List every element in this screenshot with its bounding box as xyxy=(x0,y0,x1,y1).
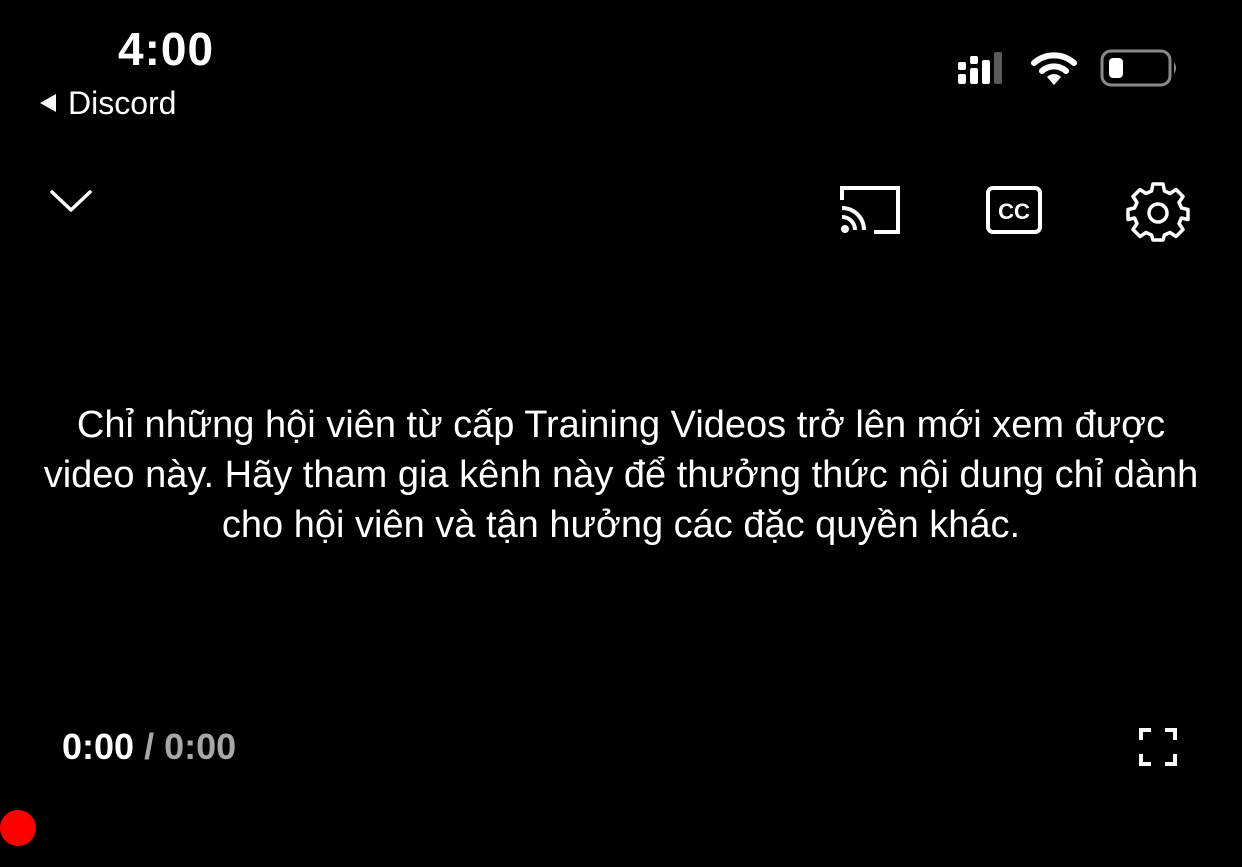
members-only-message: Chỉ những hội viên từ cấp Training Video… xyxy=(43,404,1199,546)
fullscreen-icon xyxy=(1139,728,1177,770)
closed-captions-icon: CC xyxy=(985,186,1043,239)
settings-button[interactable] xyxy=(1126,178,1190,247)
back-app-label: Discord xyxy=(68,85,177,121)
fullscreen-button[interactable] xyxy=(1139,728,1177,771)
cast-button[interactable] xyxy=(838,184,902,241)
time-display: 0:00 / 0:00 xyxy=(62,726,236,768)
cast-icon xyxy=(838,186,902,240)
time-separator: / xyxy=(144,726,155,767)
chevron-down-icon xyxy=(48,190,94,220)
back-to-app-button[interactable]: Discord xyxy=(38,85,176,122)
cellular-signal-icon xyxy=(956,48,1008,93)
total-time: 0:00 xyxy=(164,726,237,767)
cc-label: CC xyxy=(998,199,1030,224)
wifi-icon xyxy=(1030,49,1078,92)
captions-button[interactable]: CC xyxy=(985,185,1043,240)
minimize-player-button[interactable] xyxy=(48,186,94,221)
status-icons xyxy=(956,48,1180,93)
status-clock: 4:00 xyxy=(118,23,215,75)
battery-icon xyxy=(1100,48,1180,93)
video-player-screen: 4:00 Discord CC Chỉ những hội viên từ cấ… xyxy=(0,0,1242,867)
progress-scrubber-handle[interactable] xyxy=(0,810,36,846)
back-triangle-icon xyxy=(38,85,58,122)
gear-icon xyxy=(1126,182,1190,246)
current-time: 0:00 xyxy=(62,726,135,767)
